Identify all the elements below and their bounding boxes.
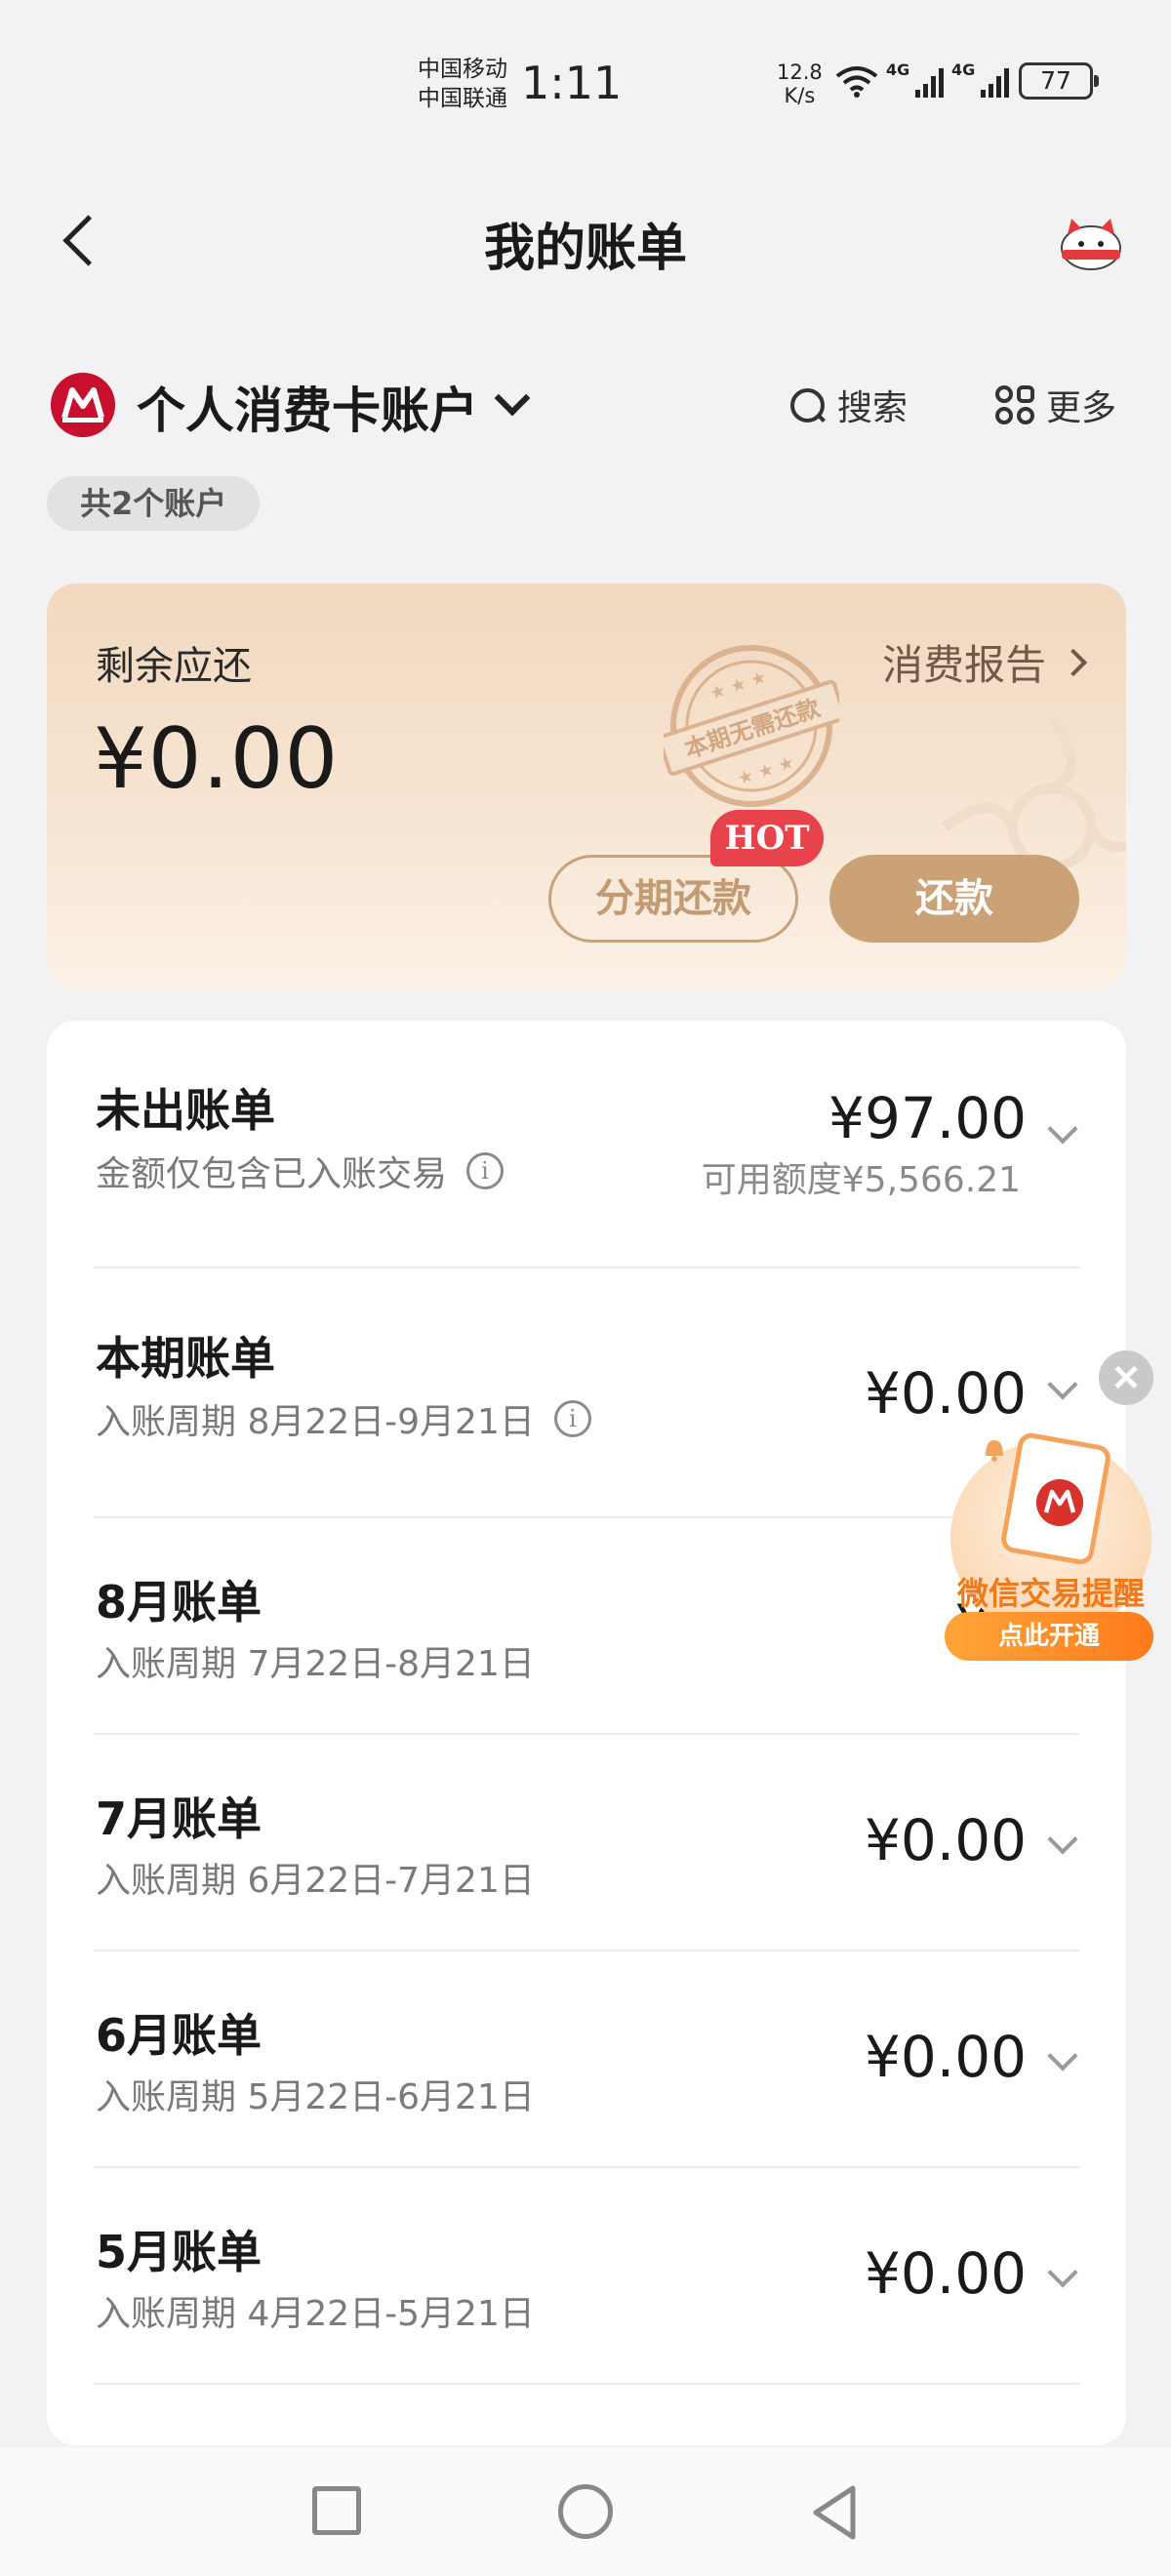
signal-icon-2: 4G	[951, 60, 1009, 98]
bell-icon	[986, 1440, 1003, 1462]
balance-card: 剩余应还 ¥0.00 消费报告 本期无需还款 ★ ★ ★ ★ ★ ★ 分期还款 …	[47, 584, 1126, 989]
close-promo-button[interactable]	[1099, 1350, 1153, 1405]
network-type-1: 4G	[886, 60, 910, 79]
status-icons: 4G 4G 77	[835, 60, 1099, 100]
promo-title: 微信交易提醒	[956, 1575, 1145, 1612]
bill-title: 未出账单	[96, 1084, 275, 1137]
net-speed-value: 12.8	[777, 60, 823, 84]
chevron-down-icon[interactable]	[1047, 1369, 1078, 1400]
bill-subtitle-text: 入账周期 4月22日-5月21日	[96, 2294, 535, 2334]
carrier-1: 中国移动	[418, 57, 507, 82]
bill-title: 7月账单	[96, 1792, 262, 1845]
bill-subtitle-text: 入账周期 7月22日-8月21日	[96, 1644, 535, 1684]
wifi-icon	[835, 66, 878, 98]
bill-subtitle: 入账周期 6月22日-7月21日	[96, 1852, 535, 1903]
bill-amount: ¥0.00	[864, 2024, 1027, 2090]
grid-icon	[995, 385, 1034, 424]
search-icon	[788, 386, 826, 423]
balance-label: 剩余应还	[96, 644, 252, 689]
bill-subtitle: 入账周期 7月22日-8月21日	[96, 1635, 535, 1686]
nav-bar: 我的账单	[0, 185, 1171, 293]
bill-subtitle: 入账周期 8月22日-9月21日 i	[96, 1393, 591, 1444]
consumption-report-link[interactable]: 消费报告	[881, 632, 1088, 692]
promo-activate-button[interactable]: 点此开通	[945, 1612, 1153, 1661]
account-selector[interactable]: 个人消费卡账户	[137, 372, 478, 442]
no-payment-stamp: 本期无需还款 ★ ★ ★ ★ ★ ★	[664, 645, 839, 807]
bill-title: 本期账单	[96, 1332, 275, 1385]
chevron-down-icon[interactable]	[1047, 2040, 1078, 2072]
bill-amount: ¥0.00	[864, 1360, 1027, 1427]
balance-amount: ¥0.00	[94, 710, 340, 808]
more-label: 更多	[1046, 388, 1117, 428]
chevron-down-icon[interactable]	[1047, 2257, 1078, 2288]
wechat-alert-promo[interactable]: 微信交易提醒 点此开通	[939, 1430, 1163, 1674]
bill-subtitle-text: 入账周期 6月22日-7月21日	[96, 1861, 535, 1901]
net-speed: 12.8 K/s	[777, 60, 823, 107]
bill-amount: ¥0.00	[864, 2240, 1027, 2307]
system-nav-bar	[0, 2447, 1171, 2576]
home-icon[interactable]	[558, 2484, 613, 2539]
bank-logo-icon	[1036, 1479, 1083, 1526]
pay-button[interactable]: 还款	[829, 855, 1079, 943]
bill-subtitle-text: 入账周期 5月22日-6月21日	[96, 2077, 535, 2117]
hot-badge: HOT	[710, 810, 824, 866]
account-count-badge[interactable]: 共2个账户	[47, 476, 261, 531]
search-button[interactable]: 搜索	[788, 380, 908, 430]
bill-amount: ¥0.00	[864, 1807, 1027, 1873]
installment-button[interactable]: 分期还款	[548, 855, 798, 943]
status-bar: 中国移动 中国联通 1:11 12.8 K/s 4G 4G 77	[0, 0, 1171, 166]
page-title: 我的账单	[483, 220, 687, 278]
bill-title: 5月账单	[96, 2226, 262, 2278]
search-label: 搜索	[837, 388, 909, 428]
bill-title: 8月账单	[96, 1576, 262, 1629]
bank-logo-icon	[51, 373, 115, 437]
recent-apps-icon[interactable]	[312, 2486, 361, 2535]
bill-row-june[interactable]: 6月账单 入账周期 5月22日-6月21日 ¥0.00	[47, 1952, 1126, 2168]
net-speed-unit: K/s	[784, 84, 816, 107]
info-icon[interactable]: i	[553, 1400, 591, 1437]
report-label: 消费报告	[881, 641, 1046, 689]
back-triangle-icon[interactable]	[810, 2484, 859, 2541]
battery-icon: 77	[1019, 62, 1099, 100]
bill-title: 6月账单	[96, 2009, 262, 2062]
mascot-icon[interactable]	[1054, 213, 1128, 271]
bill-subtitle: 入账周期 5月22日-6月21日	[96, 2069, 535, 2119]
chevron-down-icon[interactable]	[1047, 1113, 1078, 1145]
bill-row-july[interactable]: 7月账单 入账周期 6月22日-7月21日 ¥0.00	[47, 1735, 1126, 1952]
bill-subtitle: 金额仅包含已入账交易 i	[96, 1146, 505, 1196]
available-credit: 可用额度¥5,566.21	[701, 1160, 1021, 1200]
chevron-down-icon[interactable]	[494, 380, 531, 417]
bills-list: 未出账单 金额仅包含已入账交易 i ¥97.00 可用额度¥5,566.21 本…	[47, 1021, 1126, 2445]
bill-row-may[interactable]: 5月账单 入账周期 4月22日-5月21日 ¥0.00	[47, 2168, 1126, 2385]
chevron-right-icon	[1059, 648, 1088, 676]
bill-row-unbilled[interactable]: 未出账单 金额仅包含已入账交易 i ¥97.00 可用额度¥5,566.21	[47, 1021, 1126, 1268]
bill-subtitle-text: 入账周期 8月22日-9月21日	[96, 1402, 535, 1442]
bill-subtitle: 入账周期 4月22日-5月21日	[96, 2285, 535, 2336]
account-row: 个人消费卡账户 搜索 更多	[0, 366, 1171, 444]
carrier-names: 中国移动 中国联通	[418, 55, 507, 113]
chevron-down-icon[interactable]	[1047, 1824, 1078, 1855]
info-icon[interactable]: i	[466, 1152, 505, 1189]
status-time: 1:11	[521, 57, 623, 109]
bill-amount: ¥97.00	[828, 1085, 1027, 1151]
svg-text:★ ★ ★: ★ ★ ★	[735, 752, 796, 789]
carrier-2: 中国联通	[418, 86, 507, 111]
bill-subtitle-text: 金额仅包含已入账交易	[96, 1154, 448, 1194]
more-button[interactable]: 更多	[995, 380, 1116, 430]
network-type-2: 4G	[951, 60, 976, 79]
signal-icon-1: 4G	[886, 60, 944, 98]
divider	[94, 2383, 1079, 2385]
